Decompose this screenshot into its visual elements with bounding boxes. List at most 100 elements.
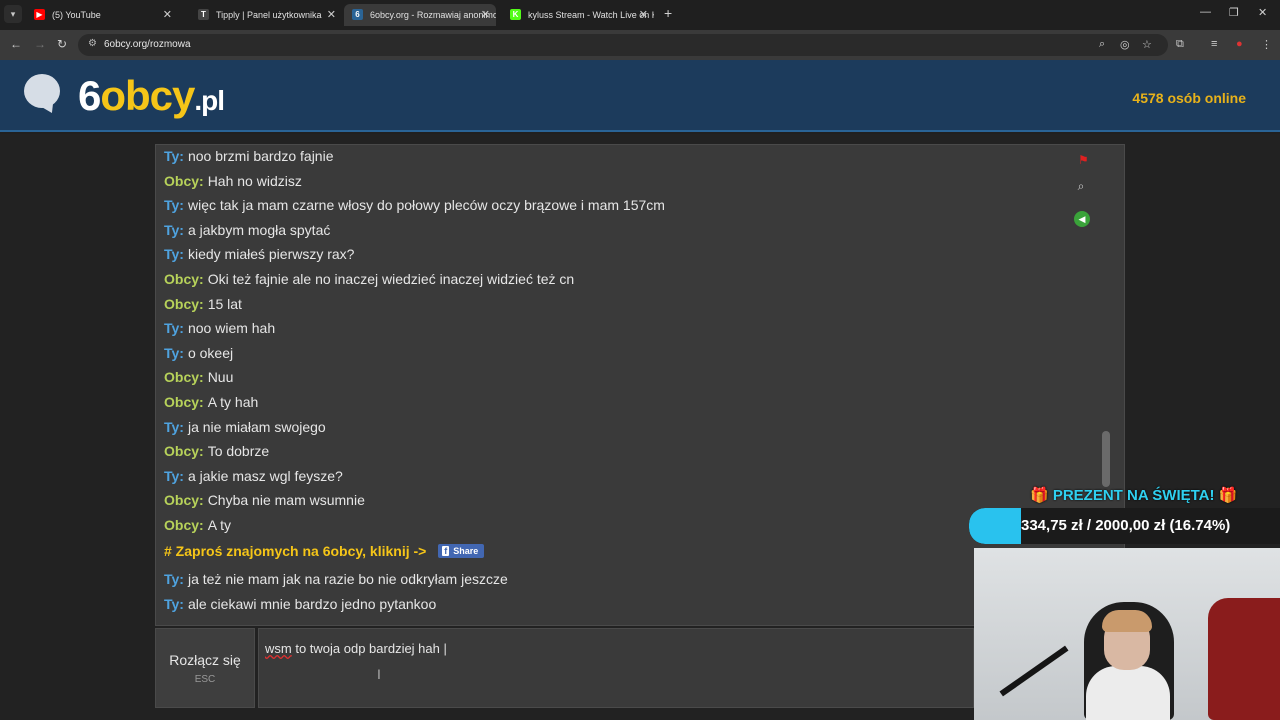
media-icon[interactable]: ≡: [1211, 38, 1217, 50]
chat-message: Obcy: Oki też fajnie ale no inaczej wiedz…: [164, 271, 574, 287]
message-author: Ty:: [164, 344, 184, 361]
webcam-red-chair: [1208, 598, 1280, 720]
new-tab-button[interactable]: +: [664, 5, 672, 21]
site-logo[interactable]: 6obcy.pl: [78, 72, 225, 120]
tab-title: kyluss Stream - Watch Live on Kick: [528, 10, 654, 20]
chat-message: Ty: a jakbym mogła spytać: [164, 222, 330, 238]
disconnect-shortcut: ESC: [194, 674, 216, 685]
webcam-feed: [974, 548, 1280, 720]
message-author: Obcy:: [164, 517, 204, 533]
report-flag-icon[interactable]: ⚑: [1078, 153, 1089, 167]
message-text: Nuu: [207, 369, 234, 386]
close-window-icon[interactable]: ✕: [1258, 6, 1267, 19]
browser-tab[interactable]: ▶ (5) YouTube ✕: [26, 4, 178, 26]
minimize-icon[interactable]: —: [1200, 6, 1211, 18]
tab-close-icon[interactable]: ✕: [327, 4, 336, 26]
input-text: to twoja odp bardziej hah: [291, 641, 440, 656]
logo-six: 6: [78, 72, 101, 119]
browser-toolbar: ← → ↻ ⚙ 6obcy.org/rozmowa ⌕ ◎ ☆ ⧉ ≡ ● ⋮: [0, 30, 1280, 60]
message-author: Ty:: [164, 320, 184, 337]
message-text: Chyba nie mam wsumnie: [207, 492, 365, 509]
browser-tab[interactable]: 6 6obcy.org - Rozmawiaj anonimowo ✕: [344, 4, 496, 26]
text-caret: |: [439, 641, 447, 656]
extensions-icon[interactable]: ⧉: [1176, 38, 1184, 51]
address-bar[interactable]: ⚙ 6obcy.org/rozmowa: [78, 34, 1168, 56]
kick-icon: K: [510, 9, 521, 20]
chat-message: Ty: a jakie masz wgl feysze?: [164, 468, 343, 484]
tab-title: (5) YouTube: [52, 10, 101, 20]
message-text: o okeej: [187, 344, 234, 361]
message-author: Obcy:: [164, 172, 204, 189]
tab-close-icon[interactable]: ✕: [163, 4, 172, 26]
chat-message: Obcy: Hah no widzisz: [164, 173, 302, 189]
chat-message: Ty: noo wiem hah: [164, 320, 275, 336]
chat-scrollbar[interactable]: [1102, 431, 1110, 487]
chat-message: Ty: więc tak ja mam czarne włosy do połow…: [164, 197, 665, 213]
message-author: Obcy:: [164, 443, 204, 460]
message-text: noo brzmi bardzo fajnie: [187, 148, 334, 164]
browser-tab[interactable]: T Tipply | Panel użytkownika ✕: [190, 4, 342, 26]
donation-goal-fill: [969, 508, 1021, 544]
message-text: A ty hah: [207, 394, 259, 410]
message-author: Ty:: [164, 571, 184, 587]
webcam-person-body: [1086, 666, 1170, 720]
chat-message: Ty: kiedy miałeś pierwszy rax?: [164, 246, 354, 262]
logo-tld: .pl: [194, 85, 225, 116]
message-author: Ty:: [164, 221, 184, 238]
message-text: A ty: [207, 517, 232, 533]
chat-message: Ty: o okeej: [164, 345, 233, 361]
invite-line: # Zaproś znajomych na 6obcy, kliknij -> …: [164, 543, 485, 559]
site-info-icon[interactable]: ⚙: [88, 38, 97, 49]
message-text: To dobrze: [207, 443, 270, 460]
message-text: więc tak ja mam czarne włosy do połowy p…: [187, 197, 665, 214]
chat-message: Ty: ja też nie mam jak na razie bo nie od…: [164, 571, 508, 587]
chat-message: Obcy: Chyba nie mam wsumnie: [164, 492, 365, 508]
chat-bubble-logo-icon: [24, 74, 60, 108]
tab-close-icon[interactable]: ✕: [639, 4, 648, 26]
browser-tab-bar: ▾ ▶ (5) YouTube ✕ T Tipply | Panel użytkowni…: [0, 0, 1280, 30]
donation-goal-text: 334,75 zł / 2000,00 zł (16.74%): [1021, 517, 1231, 534]
maximize-icon[interactable]: ❐: [1229, 6, 1239, 19]
donation-goal-bar: 334,75 zł / 2000,00 zł (16.74%): [969, 508, 1280, 544]
disconnect-button[interactable]: Rozłącz się ESC: [155, 628, 255, 708]
chat-message: Ty: ja nie miałam swojego: [164, 419, 326, 435]
eye-off-icon[interactable]: ◎: [1120, 38, 1130, 51]
message-text: ja nie miałam swojego: [187, 418, 326, 435]
message-author: Ty:: [164, 197, 184, 214]
back-icon[interactable]: ←: [10, 37, 22, 51]
tab-search-icon[interactable]: ▾: [4, 5, 22, 23]
sound-on-icon[interactable]: ◀: [1074, 211, 1090, 227]
message-text: kiedy miałeś pierwszy rax?: [187, 246, 355, 263]
online-count: 4578 osób online: [1132, 90, 1246, 106]
share-label: Share: [453, 546, 479, 556]
input-misspelled-word: wsm: [265, 641, 292, 656]
message-text: ale ciekawi mnie bardzo jedno pytankoo: [187, 595, 437, 612]
message-input[interactable]: wsm to twoja odp bardziej hah |: [258, 628, 974, 708]
disconnect-label: Rozłącz się: [169, 652, 241, 668]
menu-icon[interactable]: ⋮: [1261, 38, 1272, 51]
message-text: Oki też fajnie ale no inaczej wiedzieć i…: [207, 271, 575, 287]
logo-obcy: obcy: [100, 72, 195, 119]
bookmark-star-icon[interactable]: ☆: [1142, 38, 1152, 51]
message-author: Ty:: [164, 467, 184, 484]
tab-close-icon[interactable]: ✕: [481, 4, 490, 26]
message-author: Ty:: [164, 418, 184, 435]
message-author: Obcy:: [164, 394, 204, 410]
url-text[interactable]: 6obcy.org/rozmowa: [104, 39, 191, 50]
facebook-share-button[interactable]: f Share: [438, 544, 485, 558]
chat-message: Obcy: Nuu: [164, 369, 233, 385]
message-text: a jakbym mogła spytać: [187, 221, 331, 238]
forward-icon[interactable]: →: [34, 37, 46, 51]
message-text: ja też nie mam jak na razie bo nie odkry…: [187, 571, 508, 587]
webcam-person-hair: [1102, 610, 1152, 632]
message-author: Ty:: [164, 595, 184, 612]
message-author: Obcy:: [164, 369, 204, 386]
facebook-icon: f: [442, 546, 450, 556]
magnifier-icon[interactable]: ⌕: [1073, 179, 1089, 195]
chat-message: Ty: noo brzmi bardzo fajnie: [164, 148, 334, 164]
zoom-icon[interactable]: ⌕: [1099, 38, 1105, 51]
message-author: Obcy:: [164, 271, 204, 287]
reload-icon[interactable]: ↻: [57, 37, 67, 51]
profile-avatar-icon[interactable]: ●: [1236, 38, 1243, 50]
browser-tab[interactable]: Kkyluss Stream - Watch Live on Kick✕: [502, 4, 654, 26]
